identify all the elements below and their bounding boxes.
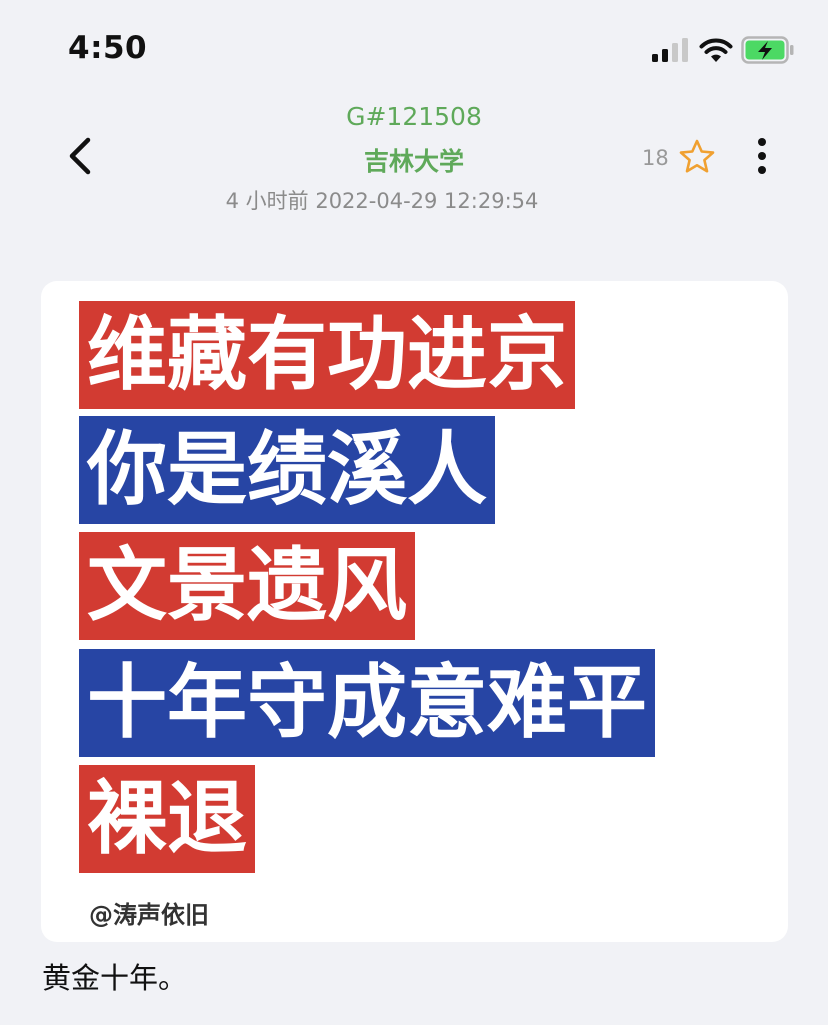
- signal-icon: [652, 38, 688, 62]
- star-icon[interactable]: [678, 138, 716, 176]
- more-vertical-icon[interactable]: [748, 136, 776, 176]
- image-watermark: @涛声依旧: [89, 901, 209, 929]
- post-body-text: 黄金十年。: [42, 961, 188, 995]
- post-time: 4 小时前 2022-04-29 12:29:54: [225, 189, 539, 213]
- post-image[interactable]: 维藏有功进京 你是绩溪人 文景遗风 十年守成意难平 裸退 @涛声依旧: [41, 281, 788, 942]
- banner-line-3: 文景遗风: [79, 532, 415, 640]
- header: G#121508 吉林大学 4 小时前 2022-04-29 12:29:54 …: [0, 96, 828, 226]
- status-time: 4:50: [68, 30, 148, 66]
- wifi-icon: [699, 38, 733, 62]
- banner-line-1: 维藏有功进京: [79, 301, 575, 409]
- banner-line-4: 十年守成意难平: [79, 649, 655, 757]
- banner-line-5: 裸退: [79, 765, 255, 873]
- status-bar: 4:50: [0, 0, 828, 96]
- battery-charging-icon: [741, 36, 794, 64]
- star-count: 18: [642, 146, 669, 170]
- post-id: G#121508: [346, 102, 482, 131]
- banner-line-2: 你是绩溪人: [79, 416, 495, 524]
